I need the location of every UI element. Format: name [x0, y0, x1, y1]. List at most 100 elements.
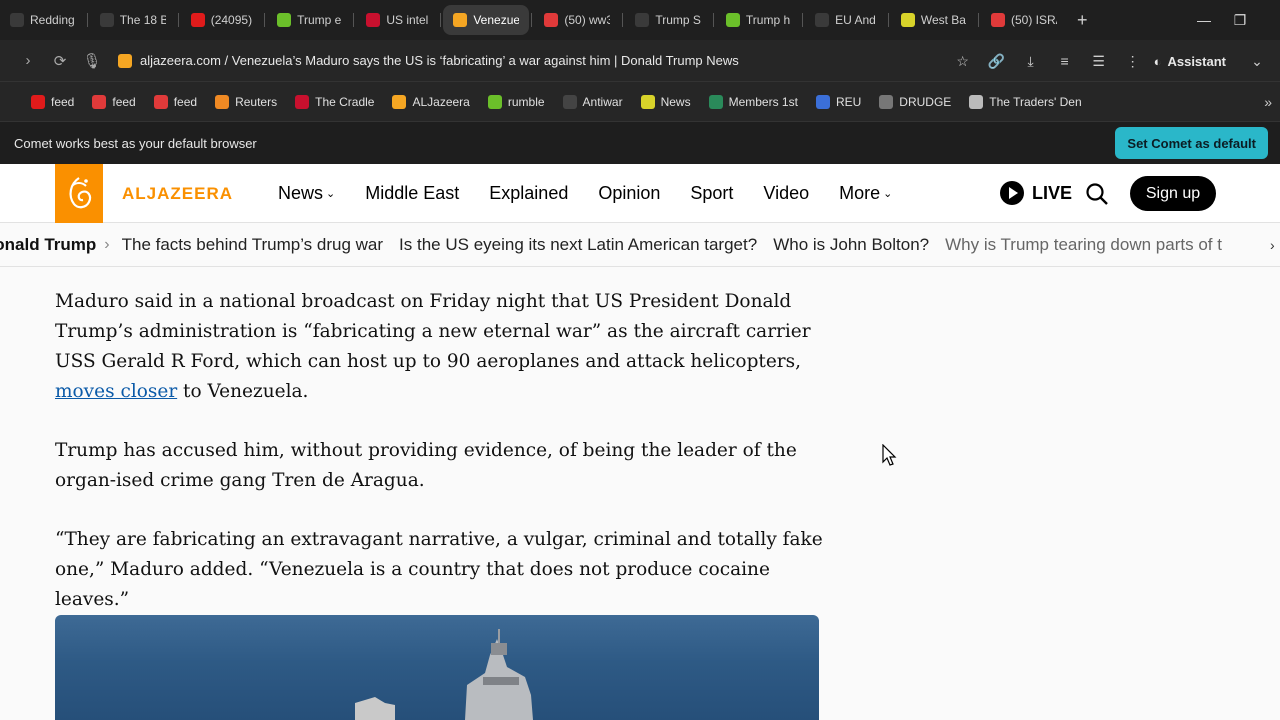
- browser-tab[interactable]: Trump e: [267, 5, 351, 35]
- bookmark-label: Antiwar: [582, 94, 623, 109]
- tab-separator: [977, 13, 979, 27]
- aljazeera-logo-icon[interactable]: [55, 164, 103, 223]
- browser-tab[interactable]: West Ba: [891, 5, 976, 35]
- site-header: ALJAZEERA News ⌄ Middle East Explained Op…: [0, 164, 1280, 223]
- address-bar: › ⟳ 🎙 aljazeera.com / Venezuela’s Maduro…: [0, 40, 1280, 82]
- trending-item[interactable]: The facts behind Trump’s drug war: [122, 235, 383, 255]
- bookmark-item[interactable]: News: [632, 94, 700, 109]
- assistant-button[interactable]: ◐ Assistant: [1150, 54, 1240, 69]
- playlist-icon[interactable]: ≡: [1048, 53, 1082, 69]
- nav-video[interactable]: Video: [763, 183, 809, 204]
- tab-title: Trump h: [745, 13, 791, 27]
- bookmark-item[interactable]: ALJazeera: [383, 94, 478, 109]
- new-tab-button[interactable]: +: [1067, 10, 1098, 31]
- browser-tab[interactable]: (50) ww3: [534, 5, 620, 35]
- browser-tab[interactable]: (24095): [181, 5, 262, 35]
- search-icon[interactable]: [1085, 182, 1109, 206]
- browser-tab[interactable]: The 18 B: [90, 5, 176, 35]
- sign-up-button[interactable]: Sign up: [1130, 176, 1216, 211]
- trending-next-icon[interactable]: ›: [1270, 223, 1280, 266]
- bookmark-item[interactable]: The Cradle: [286, 94, 383, 109]
- restore-icon[interactable]: ❐: [1218, 12, 1262, 29]
- paragraph-text: Maduro said in a national broadcast on F…: [55, 291, 811, 372]
- article-paragraph: Trump has accused him, without providing…: [55, 440, 797, 491]
- bookmark-item[interactable]: Reuters: [206, 94, 286, 109]
- site-logo-text[interactable]: ALJAZEERA: [122, 184, 233, 204]
- bookmark-favicon-icon: [708, 94, 723, 109]
- bookmark-star-icon[interactable]: ☆: [946, 53, 980, 70]
- tab-title: EU And: [835, 13, 876, 27]
- bookmark-label: rumble: [507, 94, 545, 109]
- moves-closer-link[interactable]: moves closer: [55, 381, 177, 402]
- article-body: Maduro said in a national broadcast on F…: [55, 287, 825, 644]
- trending-item[interactable]: Is the US eyeing its next Latin American…: [399, 235, 757, 255]
- tab-favicon-icon: [10, 13, 24, 27]
- bookmark-label: The Traders' Den: [989, 94, 1082, 109]
- bookmark-item[interactable]: The Traders' Den: [960, 94, 1090, 109]
- bookmark-favicon-icon: [562, 94, 577, 109]
- audio-wave-icon[interactable]: ⋮: [1116, 53, 1150, 70]
- nav-more[interactable]: More ⌄: [839, 183, 892, 204]
- bookmark-item[interactable]: Members 1st: [700, 94, 807, 109]
- play-icon: [1000, 181, 1024, 205]
- bookmarks-bar: feed feed feed Reuters The Cradle ALJazeera ru…: [0, 82, 1280, 122]
- url-text[interactable]: aljazeera.com / Venezuela’s Maduro says …: [140, 53, 739, 68]
- browser-tab[interactable]: (50) ISRA: [981, 5, 1067, 35]
- nav-news[interactable]: News ⌄: [278, 183, 335, 204]
- tab-separator: [264, 13, 266, 27]
- url-field[interactable]: aljazeera.com / Venezuela’s Maduro says …: [118, 53, 739, 68]
- infobar-message: Comet works best as your default browser: [14, 135, 257, 151]
- chevron-down-icon: ⌄: [883, 188, 893, 200]
- bookmark-favicon-icon: [879, 94, 894, 109]
- browser-tab[interactable]: Venezue: [443, 5, 530, 35]
- browser-tab[interactable]: US intel: [356, 5, 438, 35]
- tab-favicon-icon: [366, 13, 381, 27]
- tab-separator: [802, 13, 804, 27]
- browser-tab[interactable]: EU And: [805, 5, 886, 35]
- bookmark-list: feed feed feed Reuters The Cradle ALJazeera ru…: [22, 94, 1091, 109]
- nav-explained[interactable]: Explained: [489, 183, 568, 204]
- nav-opinion[interactable]: Opinion: [598, 183, 660, 204]
- bookmark-item[interactable]: feed: [145, 94, 206, 109]
- nav-middle-east[interactable]: Middle East: [365, 183, 459, 204]
- mouse-cursor-icon: [882, 444, 897, 466]
- bookmark-item[interactable]: feed: [22, 94, 83, 109]
- bookmark-item[interactable]: REU: [807, 94, 870, 109]
- bookmarks-overflow-icon[interactable]: »: [1264, 94, 1272, 110]
- browser-tab[interactable]: Trump S: [625, 5, 711, 35]
- reload-icon[interactable]: ⟳: [44, 52, 76, 70]
- download-icon[interactable]: ⤓: [1014, 53, 1048, 70]
- browser-tab[interactable]: Trump h: [716, 5, 800, 35]
- browser-tab[interactable]: Redding: [0, 5, 85, 35]
- bookmark-favicon-icon: [969, 94, 984, 109]
- tab-separator: [353, 13, 355, 27]
- article-paragraph: “They are fabricating an extravagant nar…: [55, 529, 823, 610]
- microphone-icon[interactable]: 🎙: [76, 52, 108, 70]
- nav-more-label: More: [839, 183, 881, 203]
- forward-icon[interactable]: ›: [12, 52, 44, 69]
- nav-sport[interactable]: Sport: [690, 183, 733, 204]
- bookmark-label: feed: [51, 94, 75, 109]
- trending-item[interactable]: Why is Trump tearing down parts of t: [945, 235, 1222, 255]
- tab-separator: [177, 13, 179, 27]
- menu-lines-icon[interactable]: ☰: [1082, 53, 1116, 70]
- trending-head[interactable]: Donald Trump: [0, 235, 96, 255]
- bookmark-item[interactable]: feed: [83, 94, 144, 109]
- chevron-down-icon[interactable]: ⌄: [1240, 53, 1274, 70]
- tab-separator: [622, 13, 624, 27]
- bookmark-label: ALJazeera: [412, 94, 470, 109]
- bookmark-label: News: [660, 94, 691, 109]
- tab-favicon-icon: [277, 13, 292, 27]
- bookmark-item[interactable]: rumble: [479, 94, 554, 109]
- live-button[interactable]: LIVE: [1000, 181, 1072, 205]
- bookmark-item[interactable]: DRUDGE: [870, 94, 960, 109]
- set-default-button[interactable]: Set Comet as default: [1115, 127, 1268, 159]
- trending-item[interactable]: Who is John Bolton?: [773, 235, 929, 255]
- share-link-icon[interactable]: 🔗: [980, 53, 1014, 70]
- bookmark-item[interactable]: Antiwar: [554, 94, 632, 109]
- minimize-icon[interactable]: —: [1190, 12, 1218, 28]
- tab-title: Trump S: [655, 13, 701, 27]
- chevron-down-icon: ⌄: [326, 188, 336, 200]
- tab-favicon-icon: [453, 13, 468, 27]
- bookmark-label: feed: [112, 94, 136, 109]
